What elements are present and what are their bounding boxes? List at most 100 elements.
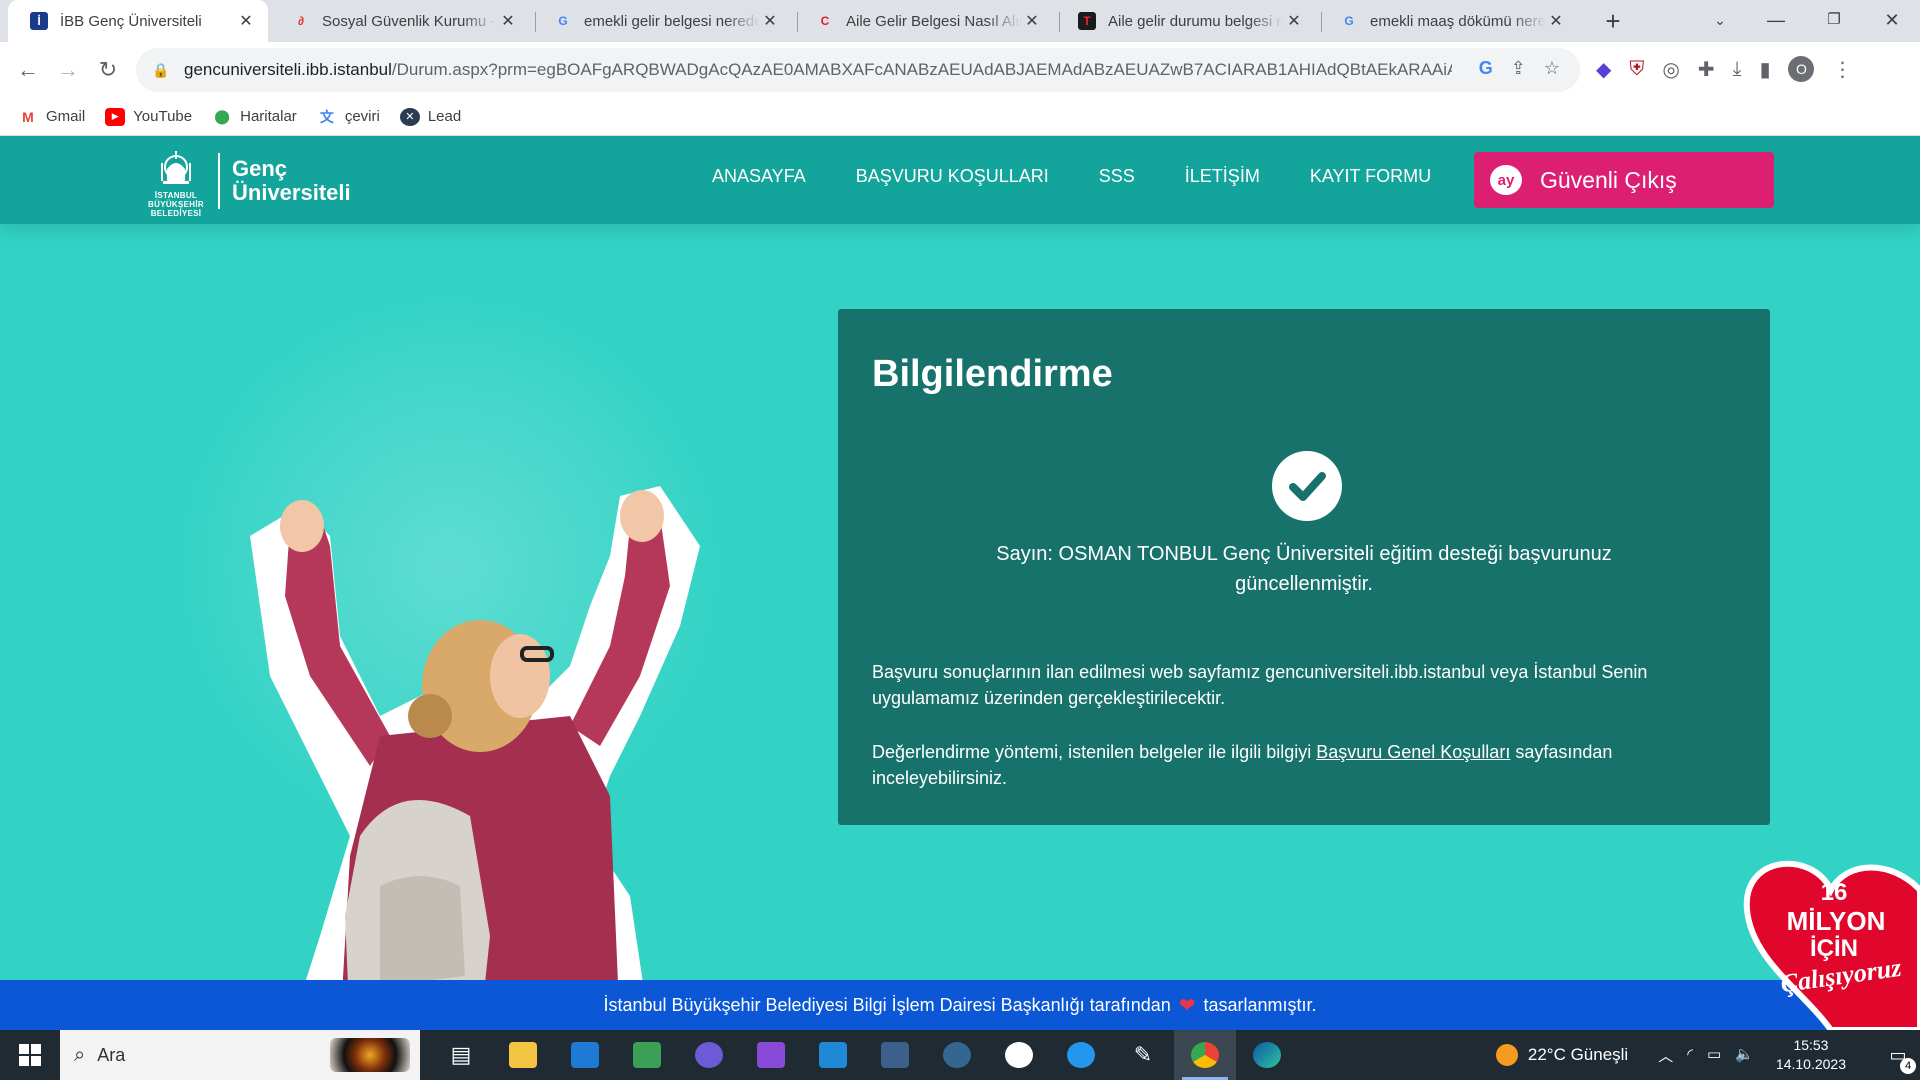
- notification-center-icon[interactable]: ▭ 4: [1876, 1030, 1920, 1080]
- tab-search-chevron-icon[interactable]: ⌄: [1692, 0, 1748, 40]
- tab-google-search-2[interactable]: G emekli maaş dökümü nere ✕: [1318, 0, 1578, 42]
- restore-button[interactable]: ❐: [1806, 0, 1862, 40]
- extension-circle-icon[interactable]: ◎: [1662, 57, 1679, 82]
- close-tab-icon[interactable]: ✕: [1022, 11, 1042, 31]
- close-window-button[interactable]: ✕: [1864, 0, 1920, 40]
- clock-date: 14.10.2023: [1775, 1056, 1846, 1072]
- bookmark-label: Gmail: [46, 108, 86, 125]
- minimize-button[interactable]: —: [1748, 0, 1804, 40]
- emblem-text: İSTANBUL BÜYÜKŞEHİR BELEDİYESİ: [148, 191, 204, 218]
- tab-title: İBB Genç Üniversiteli: [60, 12, 202, 30]
- heart-icon: ❤: [1178, 994, 1196, 1017]
- tab-ibb-genc-universiteli[interactable]: İ İBB Genç Üniversiteli ✕: [8, 0, 268, 42]
- close-tab-icon[interactable]: ✕: [498, 11, 518, 31]
- ibb-favicon-icon: İ: [30, 12, 48, 30]
- bookmark-youtube[interactable]: ▶ YouTube: [105, 107, 192, 126]
- address-bar[interactable]: 🔒 gencuniversiteli.ibb.istanbul /Durum.a…: [136, 48, 1580, 92]
- bookmark-haritalar[interactable]: ⬤ Haritalar: [212, 108, 297, 126]
- tab-aile-gelir-belgesi[interactable]: C Aile Gelir Belgesi Nasıl Alın ✕: [794, 0, 1054, 42]
- taskbar-search[interactable]: ⌕ Ara: [60, 1030, 420, 1080]
- conditions-text-before: Değerlendirme yöntemi, istenilen belgele…: [872, 742, 1317, 762]
- share-icon[interactable]: ⇪: [1511, 58, 1526, 79]
- forward-arrow-icon[interactable]: →: [52, 54, 84, 86]
- extensions-puzzle-icon[interactable]: ✚: [1698, 57, 1715, 82]
- extension-puzzle-purple-icon[interactable]: ◆: [1596, 57, 1611, 82]
- google-lens-icon[interactable]: G: [1479, 58, 1493, 79]
- maps-icon: ⬤: [214, 108, 230, 124]
- volume-icon[interactable]: 🔈: [1735, 1045, 1754, 1066]
- lock-icon[interactable]: 🔒: [152, 62, 174, 79]
- sgk-favicon-icon: ∂: [298, 14, 304, 28]
- badge-line-3: İÇİN: [1810, 935, 1858, 962]
- postgresql-icon[interactable]: [926, 1030, 988, 1080]
- excel-like-icon[interactable]: [616, 1030, 678, 1080]
- site-logo[interactable]: İSTANBUL BÜYÜKŞEHİR BELEDİYESİ Genç Üniv…: [146, 144, 351, 218]
- download-icon[interactable]: ⤓: [1733, 58, 1742, 81]
- chrome-icon[interactable]: [1174, 1030, 1236, 1080]
- nav-sss[interactable]: SSS: [1099, 166, 1135, 187]
- tab-sgk[interactable]: ∂ Sosyal Güvenlik Kurumu - S ✕: [270, 0, 530, 42]
- reload-icon[interactable]: ↻: [92, 54, 124, 86]
- main-navigation: ANASAYFA BAŞVURU KOŞULLARI SSS İLETİŞİM …: [712, 166, 1431, 187]
- tab-aile-gelir-durumu[interactable]: T Aile gelir durumu belgesi n ✕: [1056, 0, 1316, 42]
- nav-anasayfa[interactable]: ANASAYFA: [712, 166, 806, 187]
- general-conditions-link[interactable]: Başvuru Genel Koşulları: [1316, 742, 1510, 762]
- 16-milyon-badge[interactable]: 16 MİLYON İÇİN Çalışıyoruz: [1742, 850, 1920, 1030]
- bookmark-lead[interactable]: ✕ Lead: [399, 107, 461, 126]
- file-explorer-icon[interactable]: [492, 1030, 554, 1080]
- secure-logout-button[interactable]: ay Güvenli Çıkış: [1474, 152, 1774, 208]
- battery-icon[interactable]: ▭: [1707, 1045, 1721, 1066]
- nav-kayit-formu[interactable]: KAYIT FORMU: [1310, 166, 1431, 187]
- tab-title: Aile Gelir Belgesi Nasıl Alın: [846, 12, 1022, 30]
- new-tab-button[interactable]: +: [1598, 6, 1628, 36]
- sql-server-icon[interactable]: [864, 1030, 926, 1080]
- visual-studio-icon[interactable]: [740, 1030, 802, 1080]
- vscode-icon[interactable]: [802, 1030, 864, 1080]
- wifi-icon[interactable]: ◜: [1687, 1045, 1693, 1066]
- url-path: /Durum.aspx?prm=egBOAFgARQBWADgAcQAzAE0A…: [391, 60, 1452, 79]
- search-placeholder: Ara: [97, 1044, 126, 1065]
- windows-start-button[interactable]: [0, 1030, 60, 1080]
- shield-extension-icon[interactable]: ⛨: [1629, 58, 1644, 81]
- bookmark-ceviri[interactable]: 文 çeviri: [317, 108, 380, 126]
- badge-line-1: 16: [1821, 879, 1848, 906]
- taskbar-apps: ▤ ✎: [430, 1030, 1298, 1080]
- tab-title: Sosyal Güvenlik Kurumu - S: [322, 12, 498, 30]
- back-arrow-icon[interactable]: ←: [12, 54, 44, 86]
- status-message: Sayın: OSMAN TONBUL Genç Üniversiteli eğ…: [996, 543, 1612, 595]
- task-view-icon[interactable]: ▤: [430, 1030, 492, 1080]
- notification-count: 4: [1900, 1058, 1916, 1074]
- mail-icon[interactable]: [554, 1030, 616, 1080]
- bookmark-gmail[interactable]: M Gmail: [18, 108, 85, 126]
- nav-basvuru-kosullari[interactable]: BAŞVURU KOŞULLARI: [856, 166, 1049, 187]
- nav-iletisim[interactable]: İLETİŞİM: [1185, 166, 1260, 187]
- tab-title: emekli maaş dökümü nere: [1370, 12, 1546, 30]
- sun-icon: [1495, 1044, 1518, 1066]
- pen-tool-icon[interactable]: ✎: [1112, 1030, 1174, 1080]
- close-tab-icon[interactable]: ✕: [760, 11, 780, 31]
- close-tab-icon[interactable]: ✕: [236, 11, 256, 31]
- celebrating-student-image: [250, 486, 700, 1030]
- docker-icon[interactable]: [1050, 1030, 1112, 1080]
- weather-widget[interactable]: 22°C Güneşli: [1495, 1044, 1628, 1066]
- search-highlight-image: [330, 1038, 410, 1072]
- menu-kebab-icon[interactable]: ⋮: [1832, 57, 1852, 82]
- tab-strip: İ İBB Genç Üniversiteli ✕ ∂ Sosyal Güven…: [0, 0, 1920, 42]
- tab-google-search-1[interactable]: G emekli gelir belgesi nerede ✕: [532, 0, 792, 42]
- close-tab-icon[interactable]: ✕: [1284, 11, 1304, 31]
- chevron-up-icon[interactable]: ︿: [1658, 1045, 1673, 1066]
- logout-badge-icon: ay: [1490, 165, 1522, 195]
- lead-icon: ✕: [399, 107, 420, 126]
- bing-copilot-icon[interactable]: [678, 1030, 740, 1080]
- profile-avatar[interactable]: O: [1788, 56, 1815, 82]
- bookmark-label: çeviri: [344, 108, 380, 125]
- bookmarks-bar: M Gmail ▶ YouTube ⬤ Haritalar 文 çeviri ✕…: [0, 98, 1920, 136]
- mongodb-compass-icon[interactable]: [988, 1030, 1050, 1080]
- close-tab-icon[interactable]: ✕: [1546, 11, 1566, 31]
- ibb-emblem: İSTANBUL BÜYÜKŞEHİR BELEDİYESİ: [146, 144, 206, 218]
- edge-icon[interactable]: [1236, 1030, 1298, 1080]
- side-panel-icon[interactable]: ▮: [1759, 57, 1770, 82]
- bookmark-star-icon[interactable]: ☆: [1544, 58, 1560, 79]
- announcement-paragraph: Başvuru sonuçlarının ilan edilmesi web s…: [872, 662, 1648, 708]
- taskbar-clock[interactable]: 15:53 14.10.2023: [1776, 1036, 1846, 1074]
